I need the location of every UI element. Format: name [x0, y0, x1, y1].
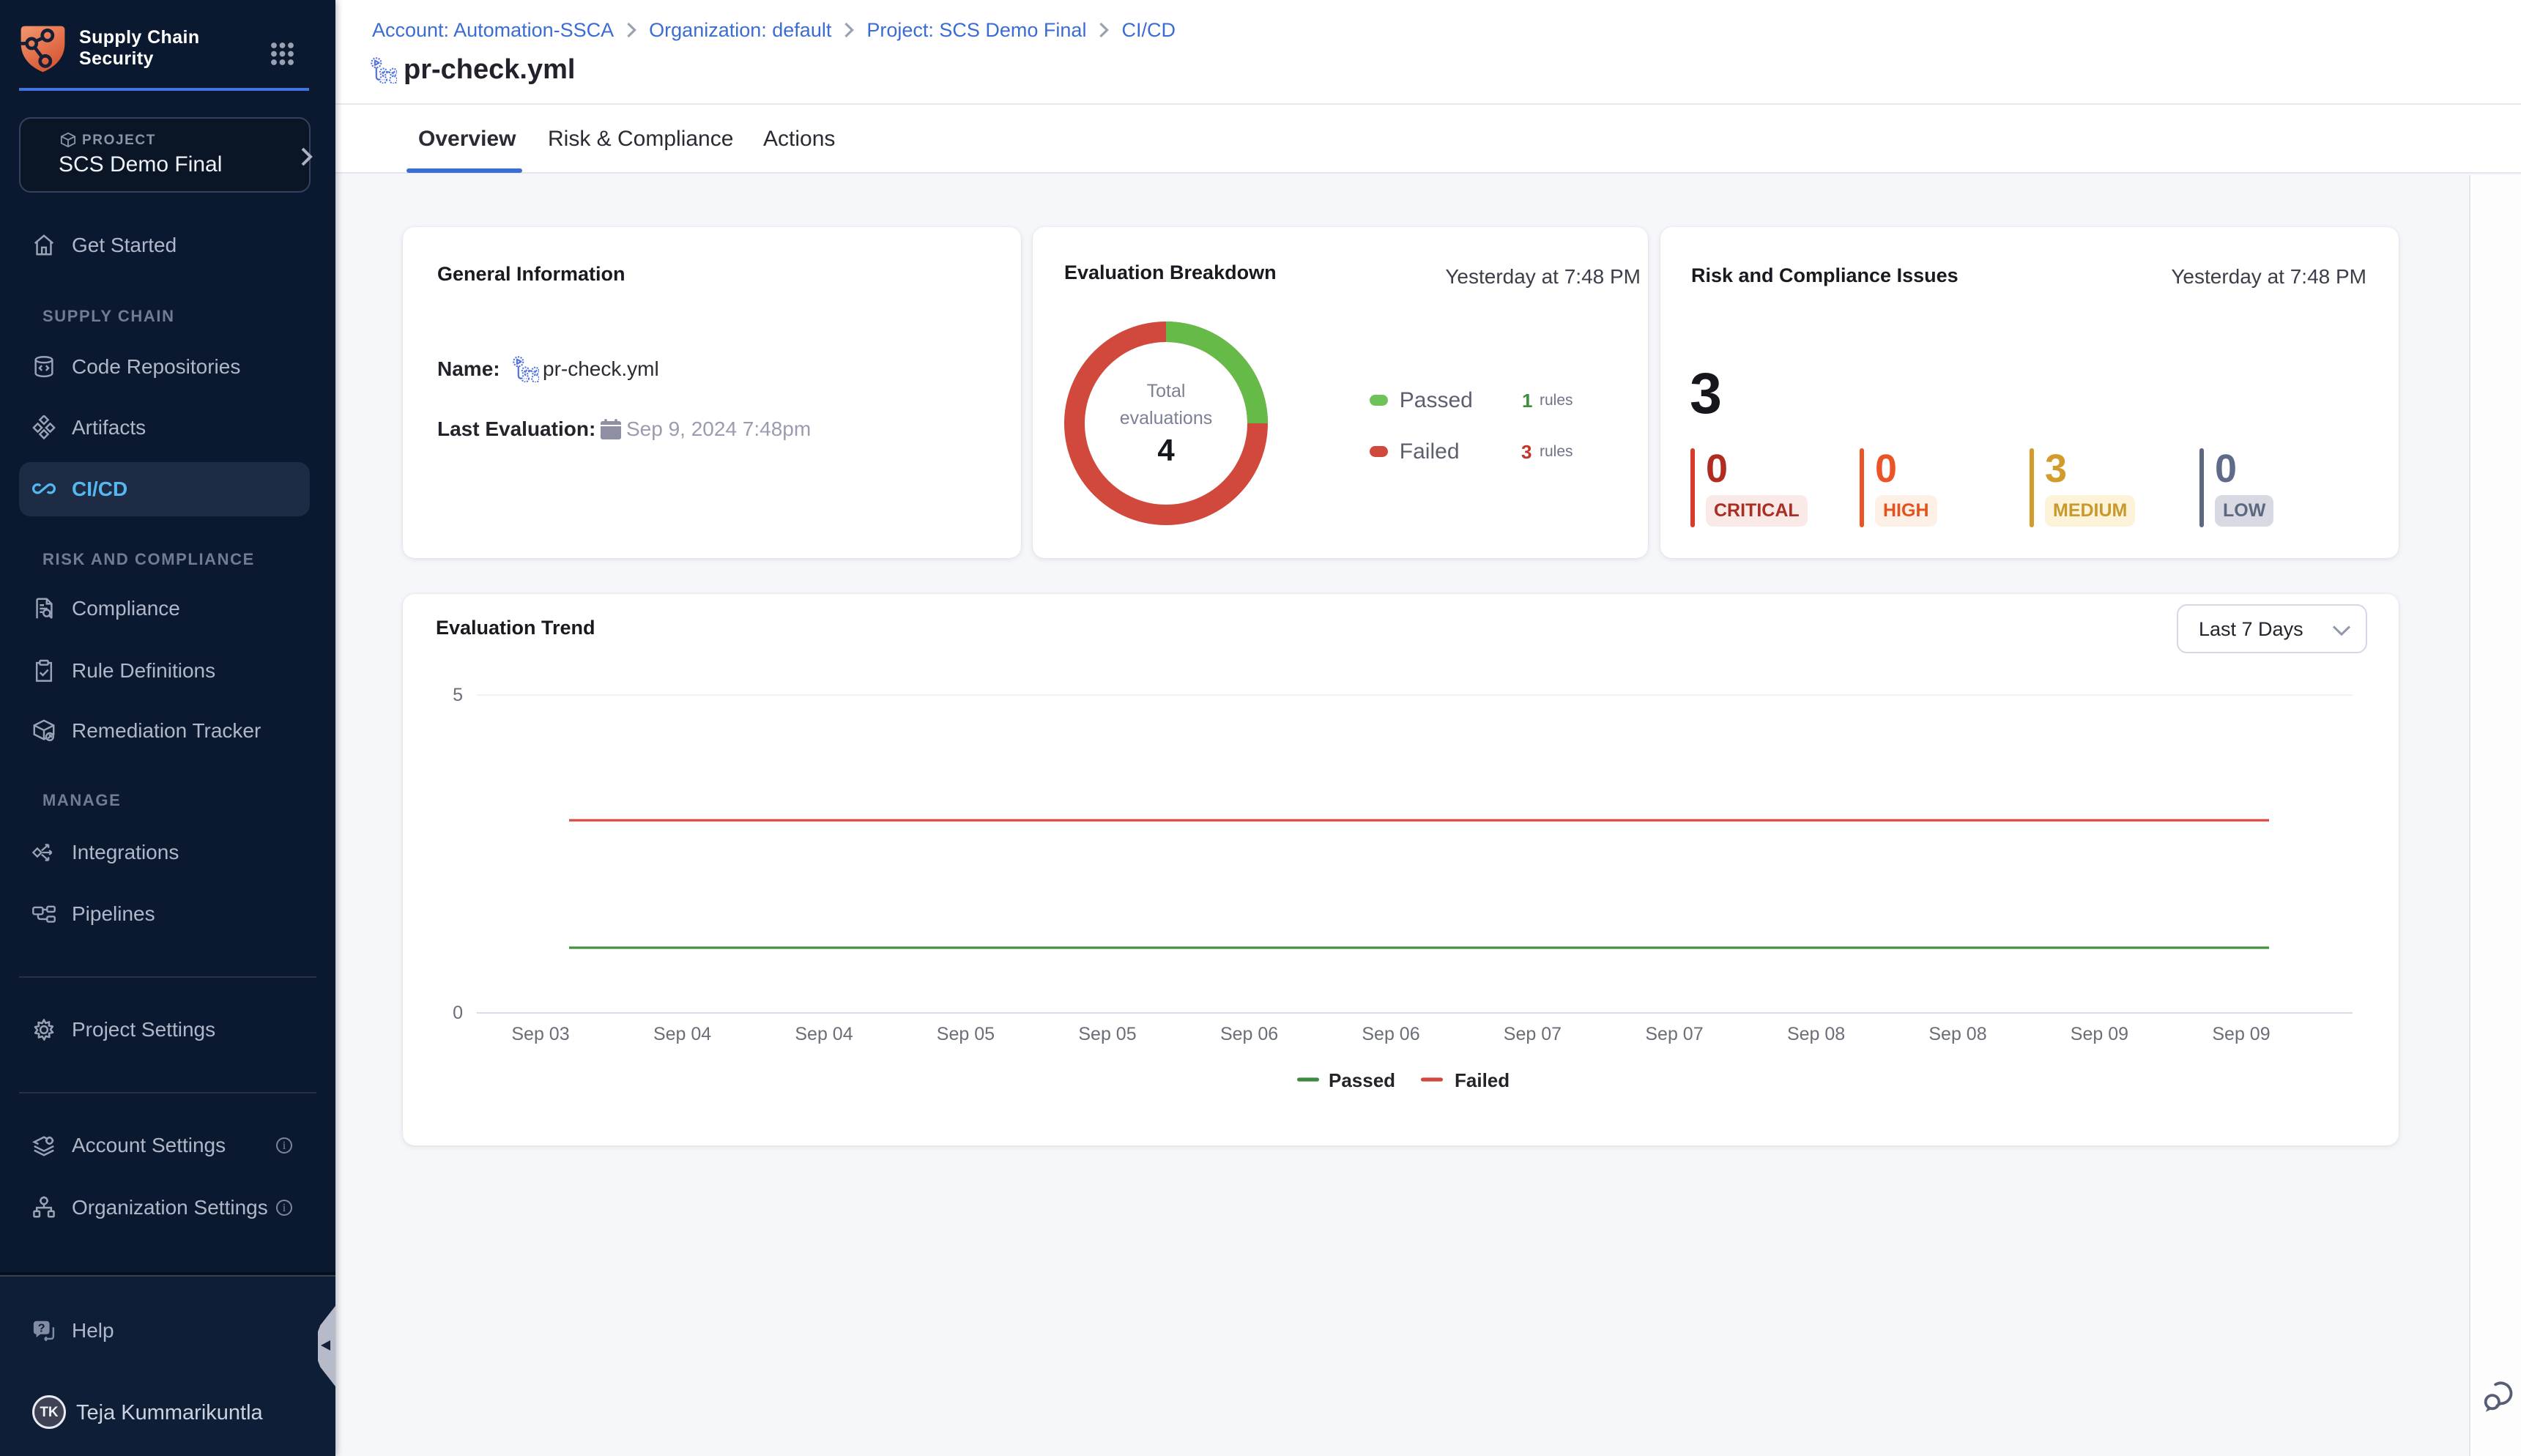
svg-text:4: 4 — [1157, 433, 1175, 467]
svg-text:Total: Total — [1147, 381, 1186, 401]
svg-text:Failed: Failed — [1455, 1069, 1510, 1091]
svg-text:?: ? — [38, 1322, 45, 1335]
svg-text:evaluations: evaluations — [1120, 408, 1212, 428]
svg-text:Passed: Passed — [1329, 1069, 1395, 1091]
